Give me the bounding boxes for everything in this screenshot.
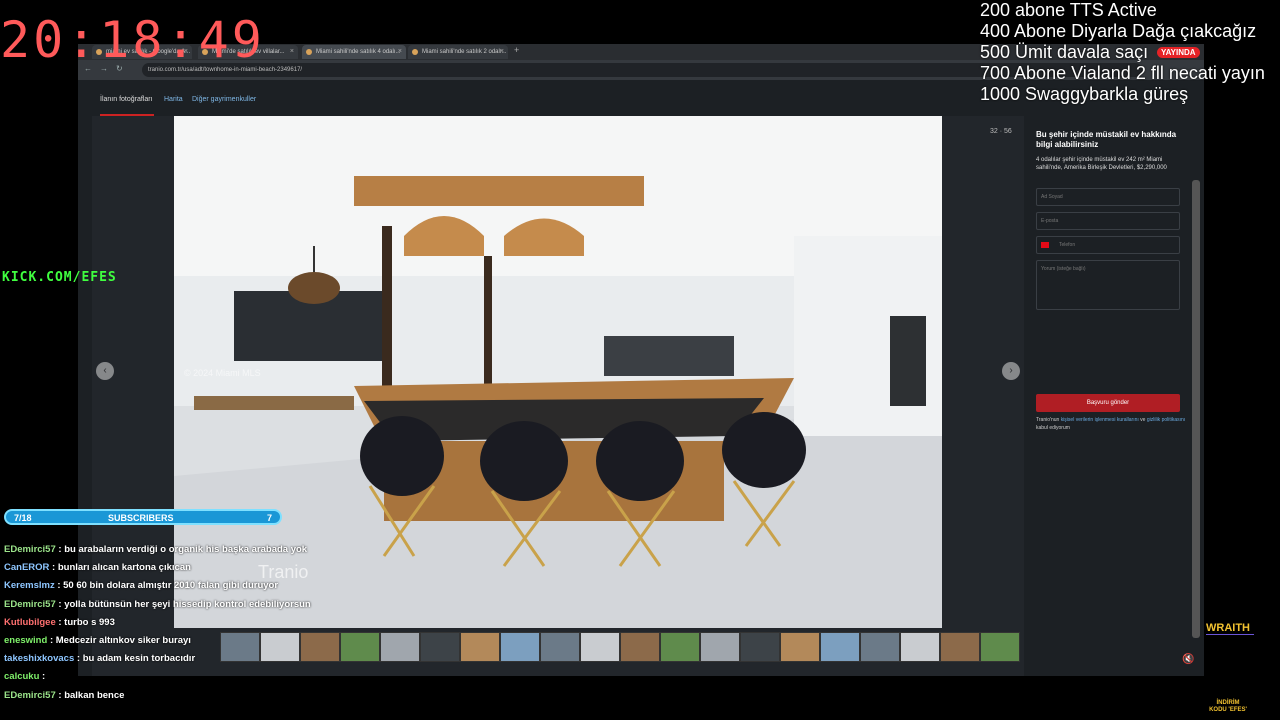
close-tab-icon[interactable]: × bbox=[398, 45, 402, 59]
chat-message: EDemirci57 : balkan bence bbox=[4, 687, 344, 705]
privacy-rules-link[interactable]: kişisel verilerin işlenmesi kurallarını bbox=[1061, 417, 1139, 423]
chat-text: : 50 60 bin dolara almıştır 2010 falan g… bbox=[57, 580, 279, 592]
email-field[interactable]: E-posta bbox=[1036, 212, 1180, 230]
tab-title: Miami sahili'nde satılık 4 odalı... bbox=[316, 49, 401, 55]
goal-item: 700 Abone Vialand 2 fll necati yayın bbox=[980, 63, 1265, 83]
chat-username[interactable]: Kutlubilgee bbox=[4, 617, 56, 628]
photo-thumbnail[interactable] bbox=[380, 632, 420, 662]
photo-thumbnail[interactable] bbox=[860, 632, 900, 662]
tab-title: Miami sahili'nde satılık 2 odalı... bbox=[422, 49, 507, 55]
chat-message: Keremslmz : 50 60 bin dolara almıştır 20… bbox=[4, 577, 344, 595]
chat-username[interactable]: calcuku bbox=[4, 671, 39, 682]
chat-username[interactable]: EDemirci57 bbox=[4, 599, 56, 610]
sponsor-divider bbox=[1206, 634, 1254, 635]
goal-item: 200 abone TTS Active bbox=[980, 0, 1157, 20]
photo-thumbnail[interactable] bbox=[980, 632, 1020, 662]
page-scrollbar[interactable] bbox=[1192, 180, 1200, 638]
close-tab-icon[interactable]: × bbox=[290, 45, 294, 59]
photo-thumbnail[interactable] bbox=[700, 632, 740, 662]
chat-text: : bbox=[42, 671, 46, 683]
favicon-icon bbox=[306, 49, 312, 55]
chat-message: eneswind : Medcezir altınkov siker buray… bbox=[4, 632, 344, 650]
photo-thumbnail[interactable] bbox=[940, 632, 980, 662]
browser-tab-4[interactable]: Miami sahili'nde satılık 2 odalı... × bbox=[408, 45, 508, 59]
chat-message: Kutlubilgee : turbo s 993 bbox=[4, 614, 344, 632]
consent-text: Tranio'nun kişisel verilerin işlenmesi k… bbox=[1036, 417, 1186, 431]
chat-text: : Medcezir altınkov siker burayı bbox=[49, 635, 191, 647]
subscriber-count: 7/18 bbox=[14, 513, 32, 523]
chat-text: : balkan bence bbox=[58, 689, 125, 701]
chat-text: : bu arabaların verdiği o organik his ba… bbox=[58, 544, 308, 555]
next-photo-button[interactable]: › bbox=[1002, 362, 1020, 380]
close-tab-icon[interactable]: × bbox=[500, 45, 504, 59]
photo-thumbnail[interactable] bbox=[900, 632, 940, 662]
chat-text: : bunları alıcan kartona çıkıcan bbox=[52, 562, 191, 574]
sponsor-logo: WRAITH bbox=[1206, 622, 1250, 634]
chat-username[interactable]: Keremslmz bbox=[4, 580, 55, 591]
browser-tab-3[interactable]: Miami sahili'nde satılık 4 odalı... × bbox=[302, 45, 406, 59]
photo-counter: 32 · 56 bbox=[990, 128, 1012, 135]
phone-field[interactable]: Telefon bbox=[1036, 236, 1180, 254]
turkey-flag-icon[interactable] bbox=[1041, 242, 1049, 248]
phone-placeholder: Telefon bbox=[1059, 242, 1076, 248]
photo-thumbnail[interactable] bbox=[460, 632, 500, 662]
photo-thumbnail[interactable] bbox=[420, 632, 460, 662]
chat-message: EDemirci57 : bu arabaların verdiği o org… bbox=[4, 541, 344, 559]
chat-username[interactable]: takeshixkovacs bbox=[4, 653, 74, 664]
chat-username[interactable]: EDemirci57 bbox=[4, 690, 56, 701]
tab-photos[interactable]: İlanın fotoğrafları bbox=[100, 96, 153, 103]
name-field[interactable]: Ad Soyad bbox=[1036, 188, 1180, 206]
tab-other-properties[interactable]: Diğer gayrimenkuller bbox=[192, 96, 256, 103]
stream-chat: EDemirci57 : bu arabaların verdiği o org… bbox=[4, 541, 344, 705]
photo-thumbnail[interactable] bbox=[620, 632, 660, 662]
chat-text: : bu adam kesin torbacıdır bbox=[76, 653, 196, 665]
photo-thumbnail[interactable] bbox=[540, 632, 580, 662]
favicon-icon bbox=[412, 49, 418, 55]
photo-thumbnail[interactable] bbox=[580, 632, 620, 662]
chat-message: CanEROR : bunları alıcan kartona çıkıcan bbox=[4, 559, 344, 577]
chat-text: : yolla bütünsün her şeyi hissedip kontr… bbox=[58, 598, 311, 610]
form-title: Bu şehir içinde müstakil ev hakkında bil… bbox=[1036, 130, 1177, 149]
subscriber-label: SUBSCRIBERS bbox=[108, 513, 174, 523]
subscriber-goals: 200 abone TTS Active 400 Abone Diyarla D… bbox=[980, 0, 1280, 105]
chat-username[interactable]: CanEROR bbox=[4, 562, 49, 573]
chat-username[interactable]: eneswind bbox=[4, 635, 47, 646]
photo-thumbnail[interactable] bbox=[820, 632, 860, 662]
subscriber-right-value: 7 bbox=[266, 513, 272, 523]
mute-icon[interactable]: 🔇 bbox=[1182, 654, 1194, 665]
privacy-policy-link[interactable]: gizlilik politikasını bbox=[1147, 417, 1185, 423]
subscriber-goal-bar: 7/18 SUBSCRIBERS 7 bbox=[4, 509, 282, 525]
inquiry-form: Bu şehir içinde müstakil ev hakkında bil… bbox=[1024, 116, 1186, 536]
message-field[interactable]: Yorum (isteğe bağlı) bbox=[1036, 260, 1180, 310]
photo-caption: © 2024 Miami MLS bbox=[184, 368, 261, 378]
submit-button[interactable]: Başvuru gönder bbox=[1036, 394, 1180, 412]
chat-message: calcuku : bbox=[4, 668, 344, 686]
photo-thumbnail[interactable] bbox=[780, 632, 820, 662]
stream-clock: 20:18:49 bbox=[0, 11, 265, 69]
chat-message: takeshixkovacs : bu adam kesin torbacıdı… bbox=[4, 650, 344, 668]
goal-item: 400 Abone Diyarla Dağa çıakcağız bbox=[980, 21, 1257, 41]
chat-username[interactable]: EDemirci57 bbox=[4, 544, 56, 555]
goal-item: 1000 Swaggybarkla güreş bbox=[980, 84, 1189, 104]
chat-text: : turbo s 993 bbox=[58, 616, 115, 628]
form-description: 4 odalılar şehir içinde müstakil ev 242 … bbox=[1036, 157, 1167, 171]
goal-item: 500 Ümit davala saçı bbox=[980, 42, 1149, 62]
prev-photo-button[interactable]: ‹ bbox=[96, 362, 114, 380]
photo-thumbnail[interactable] bbox=[660, 632, 700, 662]
chat-message: EDemirci57 : yolla bütünsün her şeyi his… bbox=[4, 596, 344, 614]
kick-channel-label: KICK.COM/EFES bbox=[2, 270, 117, 285]
sponsor-code: İNDİRİM KODU 'EFES' bbox=[1209, 700, 1247, 713]
photo-thumbnail[interactable] bbox=[340, 632, 380, 662]
live-badge: YAYINDA bbox=[1157, 47, 1200, 58]
photo-thumbnail[interactable] bbox=[500, 632, 540, 662]
new-tab-button[interactable]: + bbox=[514, 45, 519, 55]
tab-map[interactable]: Harita bbox=[164, 96, 183, 103]
photo-thumbnail[interactable] bbox=[740, 632, 780, 662]
